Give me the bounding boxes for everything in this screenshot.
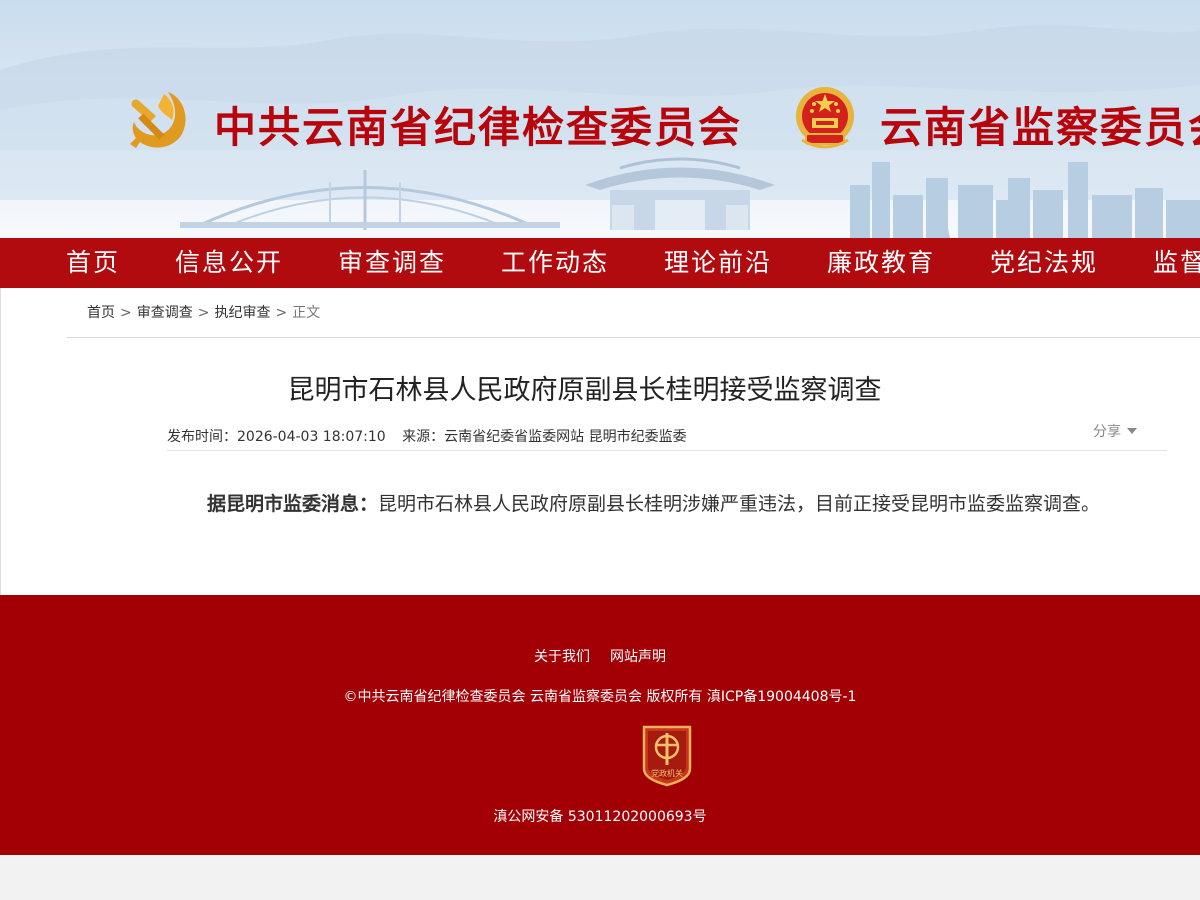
article-body: 据昆明市监委消息：昆明市石林县人民政府原副县长桂明涉嫌严重违法，目前正接受昆明市… <box>207 489 1100 516</box>
header-banner: 中共云南省纪律检查委员会 云南省监察委员会 <box>0 0 1200 238</box>
main-nav: 首页 信息公开 审查调查 工作动态 理论前沿 廉政教育 党纪法规 监督 <box>0 238 1200 288</box>
nav-item-theory[interactable]: 理论前沿 <box>664 238 772 288</box>
article-container: 首页 > 审查调查 > 执纪审查 > 正文 昆明市石林县人民政府原副县长桂明接受监察调查 发… <box>0 288 1200 595</box>
breadcrumb-review-investigation[interactable]: 审查调查 <box>137 305 193 321</box>
party-emblem-icon <box>130 92 186 148</box>
breadcrumb-current: 正文 <box>292 305 321 321</box>
nav-item-work-updates[interactable]: 工作动态 <box>501 238 609 288</box>
footer-link-statement[interactable]: 网站声明 <box>610 649 666 665</box>
footer-links: 关于我们 网站声明 <box>0 646 1200 666</box>
badge-label: 党政机关 <box>651 768 683 778</box>
copyright: ©中共云南省纪律检查委员会 云南省监察委员会 版权所有 滇ICP备1900440… <box>343 689 857 705</box>
gov-org-title: 云南省监察委员会 <box>880 103 1200 152</box>
breadcrumb-home[interactable]: 首页 <box>87 305 115 321</box>
publish-label: 发布时间： <box>167 429 237 445</box>
publish-time: 发布时间：2026-04-03 18:07:10 <box>167 429 386 445</box>
nav-item-integrity-education[interactable]: 廉政教育 <box>827 238 935 288</box>
source-value: 云南省纪委省监委网站 昆明市纪委监委 <box>444 429 687 445</box>
meta-divider <box>167 450 1167 451</box>
publish-value: 2026-04-03 18:07:10 <box>237 429 386 445</box>
share-label: 分享 <box>1093 424 1121 440</box>
breadcrumb-divider <box>67 337 1200 338</box>
article-lead: 据昆明市监委消息： <box>207 493 379 515</box>
breadcrumb-separator: > <box>120 305 132 321</box>
breadcrumb-separator: > <box>197 305 210 321</box>
nav-item-review-investigation[interactable]: 审查调查 <box>338 238 446 288</box>
source: 来源：云南省纪委省监委网站 昆明市纪委监委 <box>402 429 686 445</box>
gov-badge-icon[interactable]: 党政机关 <box>640 723 694 787</box>
nav-item-home[interactable]: 首页 <box>66 238 120 288</box>
breadcrumb-discipline-review[interactable]: 执纪审查 <box>214 305 270 321</box>
article-title: 昆明市石林县人民政府原副县长桂明接受监察调查 <box>287 375 882 406</box>
national-emblem-icon <box>796 87 854 149</box>
breadcrumb: 首页 > 审查调查 > 执纪审查 > 正文 <box>87 302 320 322</box>
article-body-text: 昆明市石林县人民政府原副县长桂明涉嫌严重违法，目前正接受昆明市监委监察调查。 <box>378 493 1101 515</box>
police-record[interactable]: 滇公网安备 53011202000693号 <box>0 806 1200 826</box>
breadcrumb-separator: > <box>275 305 288 321</box>
nav-item-info-disclosure[interactable]: 信息公开 <box>175 238 283 288</box>
page-bottom <box>0 855 1200 900</box>
share-button[interactable]: 分享 <box>1093 421 1137 441</box>
source-label: 来源： <box>402 429 445 445</box>
party-org-title: 中共云南省纪律检查委员会 <box>214 103 743 152</box>
article-meta: 发布时间：2026-04-03 18:07:10 来源：云南省纪委省监委网站 昆… <box>167 426 699 446</box>
footer: 关于我们 网站声明 ©中共云南省纪律检查委员会 云南省监察委员会 版权所有 滇IC… <box>0 595 1200 855</box>
nav-item-party-regulations[interactable]: 党纪法规 <box>990 238 1098 288</box>
nav-item-supervision[interactable]: 监督 <box>1153 238 1200 288</box>
footer-link-about[interactable]: 关于我们 <box>534 649 590 665</box>
share-caret-icon <box>1127 428 1137 434</box>
